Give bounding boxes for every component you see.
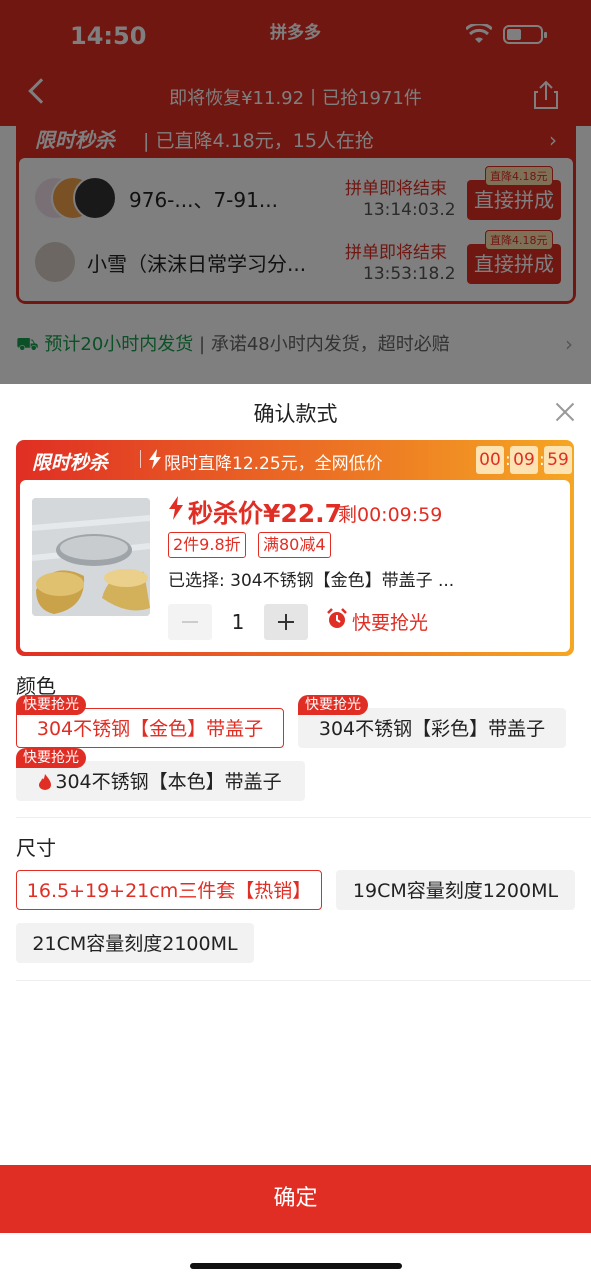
overlay-dim[interactable] <box>0 0 591 384</box>
size-section-label: 尺寸 <box>16 836 56 860</box>
flash-sale-logo: 限时秒杀 <box>32 452 109 474</box>
countdown-minutes: 09 <box>510 446 538 474</box>
selling-fast-badge: 快要抢光 <box>16 695 86 715</box>
size-option-19cm[interactable]: 19CM容量刻度1200ML <box>336 870 575 910</box>
size-option-3pc-set[interactable]: 16.5+19+21cm三件套【热销】 <box>16 870 322 910</box>
quantity-value[interactable]: 1 <box>212 604 264 640</box>
alarm-clock-icon <box>327 608 347 628</box>
lightning-icon <box>169 496 183 520</box>
quantity-increase-button[interactable] <box>264 604 308 640</box>
flash-sale-text: 限时直降12.25元，全网低价 <box>164 454 383 474</box>
lightning-icon <box>149 449 161 469</box>
discount-tag: 满80减4 <box>258 532 331 558</box>
product-image[interactable] <box>32 498 150 616</box>
sku-sheet: 确认款式 限时秒杀 限时直降12.25元，全网低价 00 : 09 : 59 秒… <box>0 384 591 1280</box>
discount-tag: 2件9.8折 <box>168 532 246 558</box>
selected-variant: 已选择: 304不锈钢【金色】带盖子 ... <box>168 571 455 591</box>
sheet-title: 确认款式 <box>253 402 338 426</box>
quantity-decrease-button[interactable] <box>168 604 212 640</box>
color-option-label: 304不锈钢【本色】带盖子 <box>55 771 282 793</box>
background-page: 14:50 拼多多 即将恢复¥11.92丨已抢1971件 限时秒杀 | 已直降4… <box>0 0 591 384</box>
selling-fast-badge: 快要抢光 <box>298 695 368 715</box>
flash-price: 秒杀价¥22.7 <box>188 499 343 528</box>
countdown-seconds: 59 <box>544 446 572 474</box>
countdown-timer: 00 : 09 : 59 <box>474 446 572 474</box>
home-indicator <box>190 1263 402 1269</box>
flash-sale-panel: 限时秒杀 限时直降12.25元，全网低价 00 : 09 : 59 秒杀价¥22… <box>16 440 574 656</box>
confirm-button[interactable]: 确定 <box>0 1165 591 1233</box>
flame-icon <box>39 774 52 790</box>
size-option-21cm[interactable]: 21CM容量刻度2100ML <box>16 923 254 963</box>
selling-fast-label: 快要抢光 <box>352 612 429 634</box>
remaining-time: 剩00:09:59 <box>338 504 443 526</box>
selling-fast-badge: 快要抢光 <box>16 748 86 768</box>
countdown-hours: 00 <box>476 446 504 474</box>
close-icon[interactable] <box>553 400 577 424</box>
